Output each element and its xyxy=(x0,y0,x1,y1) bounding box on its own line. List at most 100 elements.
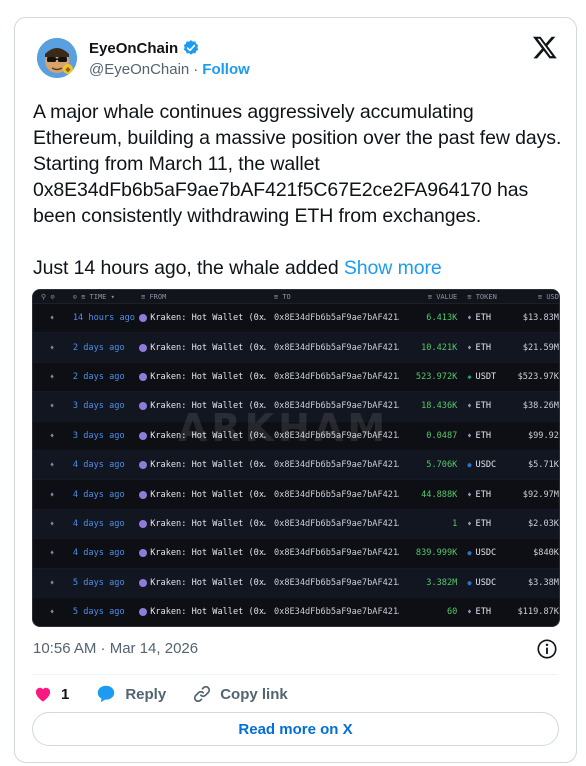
row-token[interactable]: ♦ ETH xyxy=(457,313,500,323)
row-usd: $5.71K xyxy=(527,460,559,471)
eth-chain-icon: ♦ xyxy=(50,519,55,528)
avatar[interactable]: ◆ xyxy=(37,38,77,78)
column-token-label: TOKEN xyxy=(475,292,497,301)
eth-chain-icon: ♦ xyxy=(50,431,55,440)
column-usd: ≡ USD xyxy=(537,292,559,301)
table-row[interactable]: ♦ 4 days ago Kraken: Hot Wallet (0x… 0x8E34… xyxy=(33,539,559,569)
row-time[interactable]: 4 days ago xyxy=(55,490,139,500)
row-time[interactable]: 4 days ago xyxy=(55,548,139,558)
row-token[interactable]: ♦ ETH xyxy=(457,519,500,529)
row-time[interactable]: 3 days ago xyxy=(55,401,139,411)
row-to[interactable]: 0x8E34dFb6b5aF9ae7bAF421… xyxy=(266,372,399,382)
row-time[interactable]: 5 days ago xyxy=(55,607,139,617)
author-display-name[interactable]: EyeOnChain xyxy=(89,40,178,57)
table-row[interactable]: ♦ 2 days ago Kraken: Hot Wallet (0x… 0x8E34… xyxy=(33,333,559,363)
action-bar: 1 Reply Copy link xyxy=(33,680,288,708)
row-time[interactable]: 4 days ago xyxy=(55,519,139,529)
eth-chain-icon: ♦ xyxy=(50,402,55,411)
row-token-label: ETH xyxy=(475,607,492,618)
token-icon: ♦ xyxy=(467,490,472,499)
row-from[interactable]: Kraken: Hot Wallet (0x… xyxy=(139,607,266,617)
row-from[interactable]: Kraken: Hot Wallet (0x… xyxy=(139,519,266,529)
row-to[interactable]: 0x8E34dFb6b5aF9ae7bAF421… xyxy=(266,548,399,558)
row-to[interactable]: 0x8E34dFb6b5aF9ae7bAF421… xyxy=(266,578,399,588)
row-time[interactable]: 5 days ago xyxy=(55,578,139,588)
row-value: 523.972K xyxy=(415,371,458,382)
table-row[interactable]: ♦ 4 days ago Kraken: Hot Wallet (0x… 0x8E34… xyxy=(33,450,559,481)
row-time[interactable]: 4 days ago xyxy=(55,460,139,470)
row-value: 5.706K xyxy=(426,460,458,471)
row-to[interactable]: 0x8E34dFb6b5aF9ae7bAF421… xyxy=(266,519,399,529)
row-to[interactable]: 0x8E34dFb6b5aF9ae7bAF421… xyxy=(266,490,399,500)
column-token: ≡ TOKEN xyxy=(467,292,497,301)
reply-bubble-icon xyxy=(98,685,115,703)
tweet-timestamp[interactable]: 10:56 AM · Mar 14, 2026 xyxy=(33,640,198,657)
table-row[interactable]: ♦ 14 hours ago Kraken: Hot Wallet (0x… 0x8E… xyxy=(33,304,559,334)
row-from[interactable]: Kraken: Hot Wallet (0x… xyxy=(139,313,266,323)
table-row[interactable]: ♦ 4 days ago Kraken: Hot Wallet (0x… 0x8E34… xyxy=(33,509,559,540)
row-from[interactable]: Kraken: Hot Wallet (0x… xyxy=(139,490,266,500)
kraken-icon xyxy=(139,431,148,440)
reply-button[interactable]: Reply xyxy=(95,683,166,705)
row-usd: $523.97K xyxy=(517,371,559,382)
table-body: ♦ 14 hours ago Kraken: Hot Wallet (0x… 0x8E… xyxy=(33,304,559,626)
row-from[interactable]: Kraken: Hot Wallet (0x… xyxy=(139,343,266,353)
row-time[interactable]: 2 days ago xyxy=(55,372,139,382)
heart-icon xyxy=(35,687,51,702)
eth-chain-icon: ♦ xyxy=(50,608,55,617)
reply-label: Reply xyxy=(125,685,167,703)
row-to[interactable]: 0x8E34dFb6b5aF9ae7bAF421… xyxy=(266,460,399,470)
kraken-icon xyxy=(139,519,148,528)
row-to[interactable]: 0x8E34dFb6b5aF9ae7bAF421… xyxy=(266,607,399,617)
show-more-link[interactable]: Show more xyxy=(344,257,442,279)
copy-link-button[interactable]: Copy link xyxy=(192,684,288,704)
row-usd: $99.92 xyxy=(527,430,559,441)
row-from[interactable]: Kraken: Hot Wallet (0x… xyxy=(139,548,266,558)
copy-link-label: Copy link xyxy=(220,685,288,703)
token-icon: ♦ xyxy=(467,343,472,352)
row-time[interactable]: 3 days ago xyxy=(55,431,139,441)
row-token[interactable]: ♦ ETH xyxy=(457,343,500,353)
kraken-icon xyxy=(139,578,148,587)
table-row[interactable]: ♦ 5 days ago Kraken: Hot Wallet (0x… 0x8E34… xyxy=(33,598,559,626)
row-token[interactable]: ● USDC xyxy=(457,460,500,470)
row-token-label: ETH xyxy=(475,313,492,324)
row-token-label: ETH xyxy=(475,518,492,529)
column-time-label: TIME xyxy=(89,292,107,301)
table-row[interactable]: ♦ 2 days ago Kraken: Hot Wallet (0x… 0x8E34… xyxy=(33,363,559,393)
follow-button[interactable]: Follow xyxy=(202,61,250,78)
row-from-label: Kraken: Hot Wallet (0x… xyxy=(150,548,266,559)
tweet-media-image[interactable]: ⚲ ⊘ ⊙ ≡ TIME ▾ ≡ FROM ≡ TO ≡ VALUE ≡ TOK… xyxy=(32,289,560,627)
row-time[interactable]: 14 hours ago xyxy=(55,313,139,323)
row-to[interactable]: 0x8E34dFb6b5aF9ae7bAF421… xyxy=(266,343,399,353)
author-handle[interactable]: @EyeOnChain xyxy=(89,61,189,78)
token-icon: ♦ xyxy=(467,519,472,528)
info-icon[interactable] xyxy=(536,638,558,660)
row-token[interactable]: ● USDC xyxy=(457,548,500,558)
row-from[interactable]: Kraken: Hot Wallet (0x… xyxy=(139,372,266,382)
row-to[interactable]: 0x8E34dFb6b5aF9ae7bAF421… xyxy=(266,313,399,323)
row-token[interactable]: ♦ ETH xyxy=(457,490,500,500)
row-from[interactable]: Kraken: Hot Wallet (0x… xyxy=(139,460,266,470)
avatar-image: ◆ xyxy=(37,38,77,78)
column-usd-label: USD xyxy=(546,292,559,301)
row-time[interactable]: 2 days ago xyxy=(55,343,139,353)
row-usd: $119.87K xyxy=(517,607,559,618)
row-token-label: ETH xyxy=(475,401,492,412)
read-more-button[interactable]: Read more on X xyxy=(32,712,559,746)
kraken-icon xyxy=(139,549,148,558)
row-token[interactable]: ● USDC xyxy=(457,578,500,588)
row-token[interactable]: ♦ ETH xyxy=(457,607,500,617)
like-button[interactable]: 1 xyxy=(33,684,69,704)
eth-chain-icon: ♦ xyxy=(50,490,55,499)
table-row[interactable]: ♦ 4 days ago Kraken: Hot Wallet (0x… 0x8E34… xyxy=(33,480,559,510)
table-row[interactable]: ♦ 5 days ago Kraken: Hot Wallet (0x… 0x8E34… xyxy=(33,568,559,598)
column-value: ≡ VALUE xyxy=(427,292,458,301)
x-logo-icon[interactable] xyxy=(532,34,558,60)
row-token[interactable]: ♦ ETH xyxy=(457,431,500,441)
row-token-label: ETH xyxy=(475,430,492,441)
row-token[interactable]: ♦ ETH xyxy=(457,401,500,411)
row-token[interactable]: ◆ USDT xyxy=(457,372,500,382)
row-from[interactable]: Kraken: Hot Wallet (0x… xyxy=(139,578,266,588)
tweet-paragraph-2: Just 14 hours ago, the whale added Show … xyxy=(33,255,563,281)
